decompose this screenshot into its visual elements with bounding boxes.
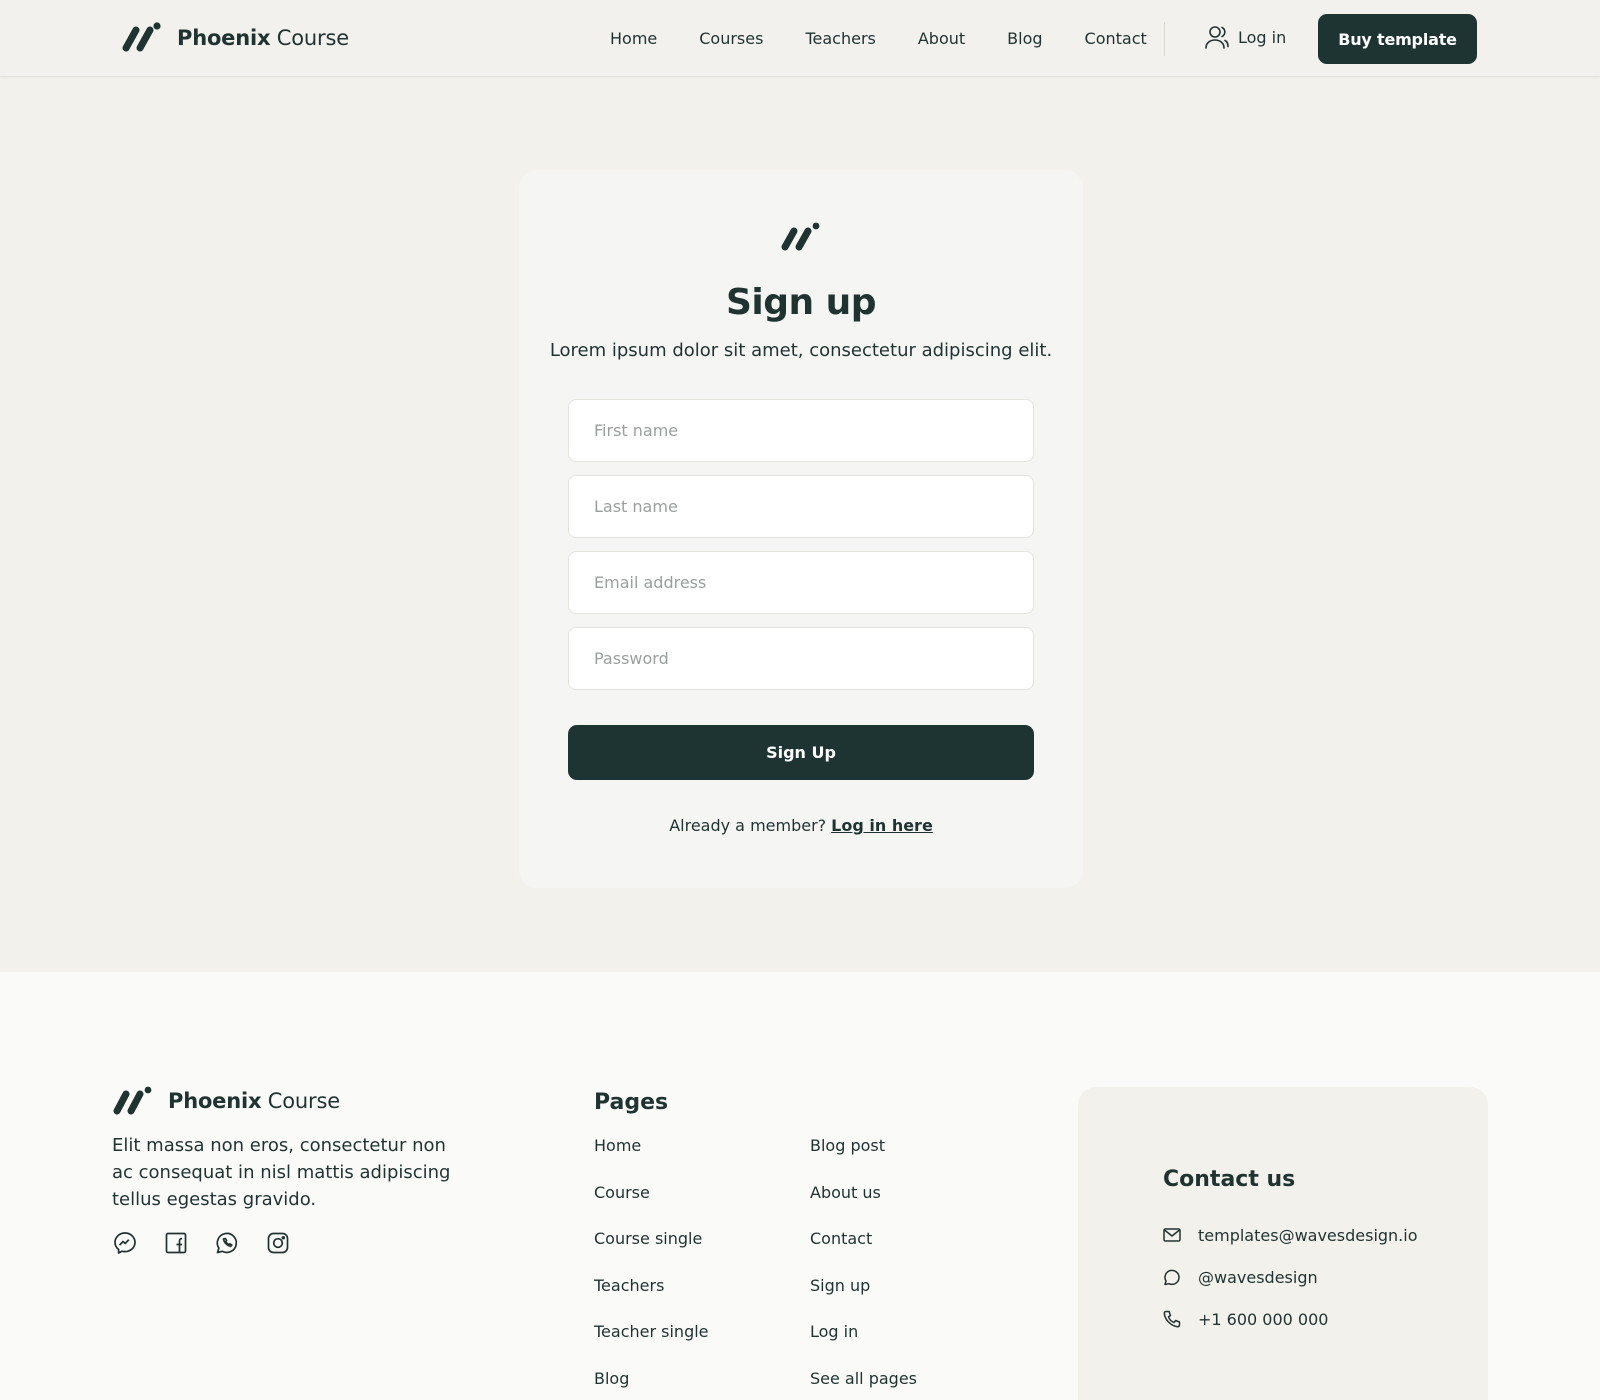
contact-email: templates@wavesdesign.io [1198,1225,1418,1245]
footer-link-see-all-pages[interactable]: See all pages [810,1369,917,1389]
user-icon [1205,26,1229,49]
contact-phone: +1 600 000 000 [1198,1309,1329,1329]
contact-handle: @wavesdesign [1198,1267,1318,1287]
footer-link-home[interactable]: Home [594,1136,709,1156]
site-header: Phoenix Course Home Courses Teachers Abo… [0,0,1600,77]
footer-link-teachers[interactable]: Teachers [594,1276,709,1296]
footer-link-about-us[interactable]: About us [810,1183,917,1203]
phoenix-logo-icon [122,22,161,52]
messenger-icon[interactable] [112,1230,138,1256]
buy-template-button[interactable]: Buy template [1318,14,1477,64]
pages-column-2: Blog post About us Contact Sign up Log i… [810,1136,917,1400]
phone-icon [1163,1310,1181,1328]
nav-courses[interactable]: Courses [699,29,763,48]
contact-heading: Contact us [1163,1167,1296,1192]
page-title: Sign up [725,282,877,323]
login-label: Log in [1238,27,1287,47]
footer-description: Elit massa non eros, consectetur non ac … [112,1135,451,1210]
social-links [112,1230,316,1256]
password-field[interactable] [568,627,1034,690]
footer-link-course[interactable]: Course [594,1183,709,1203]
nav-contact[interactable]: Contact [1085,29,1147,48]
footer-link-course-single[interactable]: Course single [594,1229,709,1249]
footer-link-contact[interactable]: Contact [810,1229,917,1249]
page-subtitle: Lorem ipsum dolor sit amet, consectetur … [549,340,1053,361]
nav-teachers[interactable]: Teachers [805,29,875,48]
footer-brand-name: Phoenix Course [168,1089,340,1113]
footer-link-teacher-single[interactable]: Teacher single [594,1322,709,1342]
contact-box: Contact us templates@wavesdesign.io @wav… [1078,1087,1488,1400]
nav-home[interactable]: Home [610,29,657,48]
brand-logo-link[interactable]: Phoenix Course [121,21,349,55]
chat-bubble-icon [1164,1269,1180,1286]
facebook-icon[interactable] [163,1230,189,1256]
footer-link-sign-up[interactable]: Sign up [810,1276,917,1296]
contact-email-link[interactable]: templates@wavesdesign.io [1162,1225,1418,1245]
first-name-field[interactable] [568,399,1034,462]
footer-brand-link[interactable]: Phoenix Course [112,1085,340,1117]
footer-link-blog-post[interactable]: Blog post [810,1136,917,1156]
phoenix-logo-icon [113,1086,152,1115]
brand-name: Phoenix Course [177,26,349,50]
whatsapp-icon[interactable] [214,1230,240,1256]
pages-heading: Pages [594,1090,669,1115]
instagram-icon[interactable] [265,1230,291,1256]
nav-divider [1164,22,1165,56]
footer-link-blog[interactable]: Blog [594,1369,709,1389]
nav-blog[interactable]: Blog [1007,29,1042,48]
pages-column-1: Home Course Course single Teachers Teach… [594,1136,709,1400]
main-nav: Home Courses Teachers About Blog Contact [610,0,1147,77]
last-name-field[interactable] [568,475,1034,538]
contact-handle-link[interactable]: @wavesdesign [1162,1267,1318,1287]
nav-about[interactable]: About [918,29,965,48]
mail-icon [1163,1228,1181,1242]
header-login-link[interactable]: Log in [1204,24,1286,50]
phoenix-logo-icon [781,222,820,251]
footer-link-log-in[interactable]: Log in [810,1322,917,1342]
signup-card: Sign up Lorem ipsum dolor sit amet, cons… [519,170,1083,888]
sign-up-button[interactable]: Sign Up [568,725,1034,780]
member-prompt: Already a member? Log in here [519,816,1083,835]
email-field[interactable] [568,551,1034,614]
site-footer: Phoenix Course Elit massa non eros, cons… [0,972,1600,1400]
member-text: Already a member? [669,816,827,835]
contact-phone-link[interactable]: +1 600 000 000 [1162,1309,1328,1329]
login-here-link[interactable]: Log in here [831,816,933,835]
